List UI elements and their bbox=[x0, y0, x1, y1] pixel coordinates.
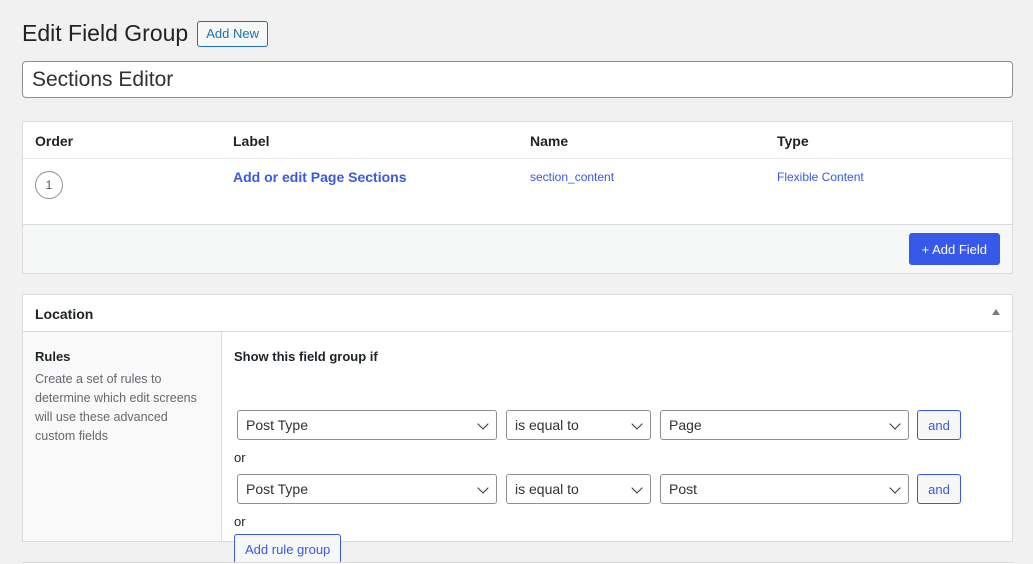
and-button[interactable]: and bbox=[917, 410, 961, 440]
chevron-down-icon bbox=[477, 482, 489, 494]
column-order: Order bbox=[35, 133, 74, 149]
and-button[interactable]: and bbox=[917, 474, 961, 504]
rule-value-select[interactable]: Post bbox=[660, 474, 909, 504]
field-type: Flexible Content bbox=[777, 170, 864, 184]
fields-panel: Order Label Name Type 1 Add or edit Page… bbox=[22, 121, 1013, 274]
rule-value-value: Post bbox=[669, 481, 698, 497]
rule-operator-value: is equal to bbox=[515, 481, 579, 497]
location-title: Location bbox=[35, 306, 94, 322]
rule-param-select[interactable]: Post Type bbox=[237, 410, 497, 440]
add-field-button[interactable]: + Add Field bbox=[908, 233, 1000, 265]
rules-editor: Show this field group if Post Type is eq… bbox=[234, 332, 1012, 564]
chevron-down-icon bbox=[477, 418, 489, 430]
field-label-link[interactable]: Add or edit Page Sections bbox=[233, 169, 406, 185]
chevron-down-icon bbox=[889, 418, 901, 430]
rules-title: Rules bbox=[35, 349, 71, 364]
chevron-down-icon bbox=[889, 482, 901, 494]
table-row[interactable]: 1 Add or edit Page Sections section_cont… bbox=[23, 159, 1012, 225]
rule-operator-value: is equal to bbox=[515, 417, 579, 433]
order-badge[interactable]: 1 bbox=[35, 171, 63, 199]
chevron-down-icon bbox=[631, 418, 643, 430]
collapse-arrow-icon[interactable] bbox=[992, 309, 1000, 315]
show-field-group-label: Show this field group if bbox=[234, 349, 378, 364]
or-label: or bbox=[234, 450, 246, 465]
rule-operator-select[interactable]: is equal to bbox=[506, 474, 651, 504]
column-type: Type bbox=[777, 133, 809, 149]
add-rule-group-button[interactable]: Add rule group bbox=[234, 534, 342, 564]
rules-sidebar: Rules Create a set of rules to determine… bbox=[23, 332, 222, 541]
fields-table-header: Order Label Name Type bbox=[23, 122, 1012, 159]
rule-param-select[interactable]: Post Type bbox=[237, 474, 497, 504]
rule-value-value: Page bbox=[669, 417, 702, 433]
rule-param-value: Post Type bbox=[246, 481, 309, 497]
page-header: Edit Field Group Add New bbox=[22, 20, 268, 47]
location-header[interactable]: Location bbox=[23, 295, 1012, 332]
chevron-down-icon bbox=[631, 482, 643, 494]
field-group-title-input[interactable] bbox=[22, 61, 1013, 98]
rule-param-value: Post Type bbox=[246, 417, 309, 433]
page-title: Edit Field Group bbox=[22, 20, 189, 46]
column-label: Label bbox=[233, 133, 270, 149]
fields-footer: + Add Field bbox=[23, 225, 1012, 273]
rules-description: Create a set of rules to determine which… bbox=[35, 372, 197, 443]
field-name: section_content bbox=[530, 170, 615, 184]
add-new-button[interactable]: Add New bbox=[197, 20, 268, 47]
location-body: Rules Create a set of rules to determine… bbox=[23, 332, 1012, 564]
rule-operator-select[interactable]: is equal to bbox=[506, 410, 651, 440]
or-label: or bbox=[234, 514, 246, 529]
location-panel: Location Rules Create a set of rules to … bbox=[22, 294, 1013, 564]
rule-value-select[interactable]: Page bbox=[660, 410, 909, 440]
column-name: Name bbox=[530, 133, 569, 149]
